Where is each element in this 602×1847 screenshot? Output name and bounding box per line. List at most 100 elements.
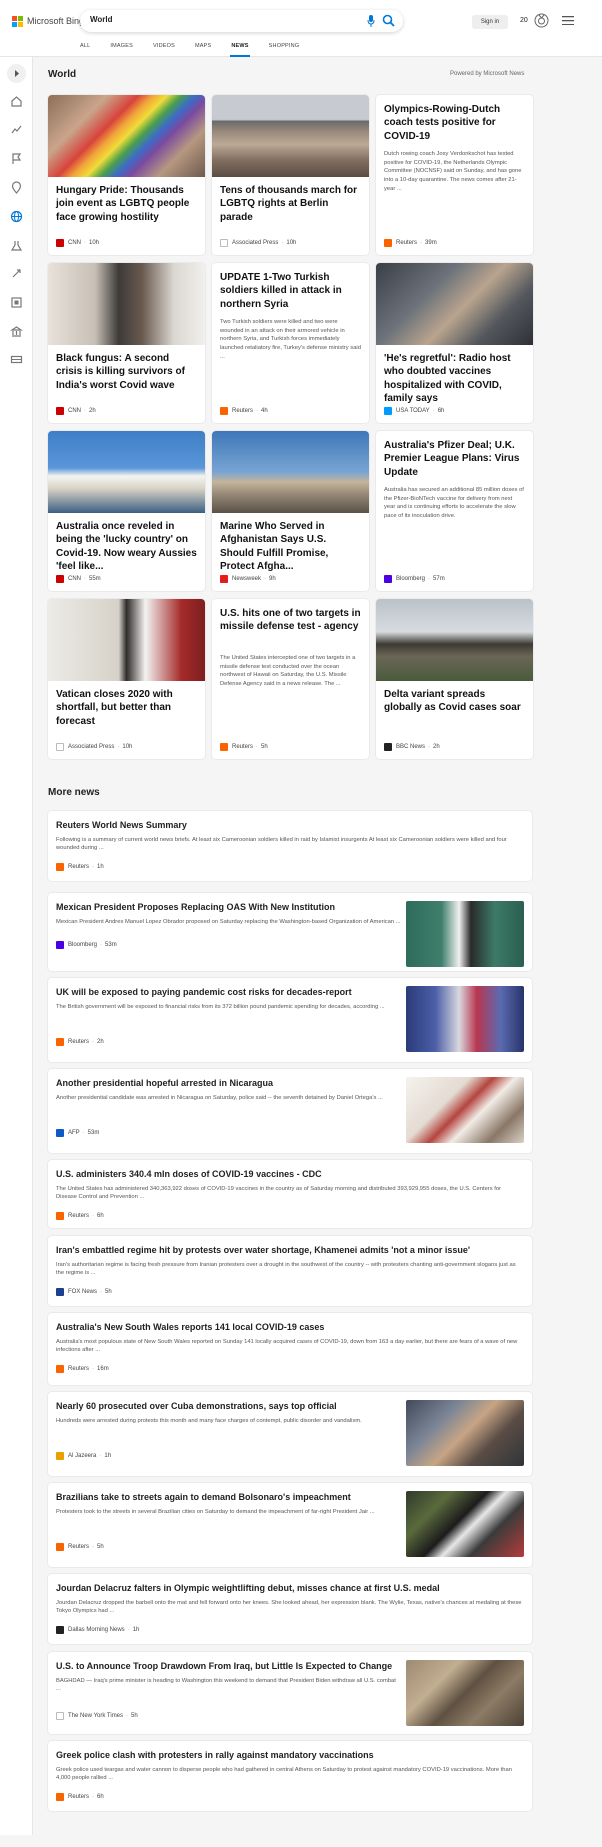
card-title[interactable]: Marine Who Served in Afghanistan Says U.… bbox=[220, 520, 361, 574]
card-title[interactable]: Hungary Pride: Thousands join event as L… bbox=[56, 184, 197, 224]
location-pin-icon[interactable] bbox=[10, 181, 23, 194]
card-title[interactable]: Vatican closes 2020 with shortfall, but … bbox=[56, 688, 197, 728]
politics-icon[interactable] bbox=[10, 325, 23, 338]
news-list-item[interactable]: UK will be exposed to paying pandemic co… bbox=[48, 978, 532, 1062]
news-list-item[interactable]: Jourdan Delacruz falters in Olympic weig… bbox=[48, 1574, 532, 1644]
news-item-source[interactable]: The New York Times · 5h bbox=[56, 1712, 138, 1720]
card-source[interactable]: BBC News · 2h bbox=[384, 743, 440, 751]
news-card[interactable]: Black fungus: A second crisis is killing… bbox=[48, 263, 205, 423]
news-thumbnail[interactable] bbox=[406, 1660, 524, 1726]
trending-icon[interactable] bbox=[10, 123, 23, 136]
technology-icon[interactable] bbox=[10, 267, 23, 280]
card-source[interactable]: USA TODAY · 6h bbox=[384, 407, 444, 415]
tab-images[interactable]: IMAGES bbox=[110, 41, 133, 57]
news-item-source[interactable]: Reuters · 2h bbox=[56, 1038, 104, 1046]
news-list-item[interactable]: Nearly 60 prosecuted over Cuba demonstra… bbox=[48, 1392, 532, 1476]
news-thumbnail[interactable] bbox=[406, 1400, 524, 1466]
news-item-title[interactable]: Nearly 60 prosecuted over Cuba demonstra… bbox=[56, 1401, 402, 1412]
news-item-source[interactable]: AFP · 53m bbox=[56, 1129, 99, 1137]
news-list-item[interactable]: Iran's embattled regime hit by protests … bbox=[48, 1236, 532, 1306]
search-input[interactable]: World bbox=[90, 15, 113, 24]
search-icon[interactable] bbox=[382, 14, 395, 27]
news-card[interactable]: Vatican closes 2020 with shortfall, but … bbox=[48, 599, 205, 759]
news-item-title[interactable]: Mexican President Proposes Replacing OAS… bbox=[56, 902, 402, 913]
news-item-source[interactable]: Reuters · 5h bbox=[56, 1543, 104, 1551]
news-list-item[interactable]: Greek police clash with protesters in ra… bbox=[48, 1741, 532, 1811]
tab-maps[interactable]: MAPS bbox=[195, 41, 211, 57]
card-image[interactable] bbox=[376, 263, 533, 345]
news-item-title[interactable]: UK will be exposed to paying pandemic co… bbox=[56, 987, 402, 998]
card-image[interactable] bbox=[212, 431, 369, 513]
news-item-title[interactable]: Brazilians take to streets again to dema… bbox=[56, 1492, 402, 1503]
news-thumbnail[interactable] bbox=[406, 1491, 524, 1557]
search-box[interactable]: World bbox=[80, 10, 403, 32]
news-item-source[interactable]: Reuters · 16m bbox=[56, 1365, 109, 1373]
news-list-item[interactable]: Another presidential hopeful arrested in… bbox=[48, 1069, 532, 1153]
news-card[interactable]: U.S. hits one of two targets in missile … bbox=[212, 599, 369, 759]
news-item-title[interactable]: Reuters World News Summary bbox=[56, 820, 522, 831]
rewards-medal-icon[interactable] bbox=[534, 13, 549, 28]
entertainment-icon[interactable] bbox=[10, 296, 23, 309]
news-card[interactable]: Delta variant spreads globally as Covid … bbox=[376, 599, 533, 759]
news-card[interactable]: Olympics-Rowing-Dutch coach tests positi… bbox=[376, 95, 533, 255]
news-item-source[interactable]: Al Jazeera · 1h bbox=[56, 1452, 111, 1460]
card-title[interactable]: 'He's regretful': Radio host who doubted… bbox=[384, 352, 525, 406]
card-image[interactable] bbox=[48, 599, 205, 681]
home-icon[interactable] bbox=[10, 95, 23, 108]
tab-videos[interactable]: VIDEOS bbox=[153, 41, 175, 57]
tab-all[interactable]: ALL bbox=[80, 41, 90, 57]
card-title[interactable]: Black fungus: A second crisis is killing… bbox=[56, 352, 197, 392]
news-item-title[interactable]: Iran's embattled regime hit by protests … bbox=[56, 1245, 522, 1256]
money-icon[interactable] bbox=[10, 353, 23, 366]
tab-news[interactable]: NEWS bbox=[230, 41, 251, 57]
sign-in-button[interactable]: Sign in bbox=[472, 15, 508, 29]
news-list-item[interactable]: U.S. to Announce Troop Drawdown From Ira… bbox=[48, 1652, 532, 1734]
card-image[interactable] bbox=[48, 431, 205, 513]
card-source[interactable]: Associated Press · 10h bbox=[220, 239, 296, 247]
news-thumbnail[interactable] bbox=[406, 1077, 524, 1143]
card-source[interactable]: Reuters · 39m bbox=[384, 239, 437, 247]
news-list-item[interactable]: U.S. administers 340.4 mln doses of COVI… bbox=[48, 1160, 532, 1228]
news-item-title[interactable]: Jourdan Delacruz falters in Olympic weig… bbox=[56, 1583, 522, 1594]
news-card[interactable]: UPDATE 1-Two Turkish soldiers killed in … bbox=[212, 263, 369, 423]
powered-by[interactable]: Powered by Microsoft News bbox=[450, 71, 524, 77]
news-list-item[interactable]: Brazilians take to streets again to dema… bbox=[48, 1483, 532, 1567]
news-list-item[interactable]: Mexican President Proposes Replacing OAS… bbox=[48, 893, 532, 971]
hamburger-menu-icon[interactable] bbox=[562, 16, 574, 25]
card-title[interactable]: Tens of thousands march for LGBTQ rights… bbox=[220, 184, 361, 224]
card-title[interactable]: U.S. hits one of two targets in missile … bbox=[220, 607, 361, 634]
news-card[interactable]: Australia's Pfizer Deal; U.K. Premier Le… bbox=[376, 431, 533, 591]
card-source[interactable]: CNN · 2h bbox=[56, 407, 96, 415]
news-card[interactable]: Marine Who Served in Afghanistan Says U.… bbox=[212, 431, 369, 591]
globe-icon[interactable] bbox=[10, 210, 23, 223]
card-title[interactable]: Delta variant spreads globally as Covid … bbox=[384, 688, 525, 715]
news-item-source[interactable]: Reuters · 6h bbox=[56, 1212, 104, 1220]
news-card[interactable]: 'He's regretful': Radio host who doubted… bbox=[376, 263, 533, 423]
news-item-source[interactable]: Bloomberg · 53m bbox=[56, 941, 117, 949]
card-title[interactable]: Olympics-Rowing-Dutch coach tests positi… bbox=[384, 103, 525, 143]
science-icon[interactable] bbox=[10, 239, 23, 252]
news-item-title[interactable]: Another presidential hopeful arrested in… bbox=[56, 1078, 402, 1089]
news-item-source[interactable]: Reuters · 1h bbox=[56, 863, 104, 871]
card-source[interactable]: Reuters · 4h bbox=[220, 407, 268, 415]
news-card[interactable]: Hungary Pride: Thousands join event as L… bbox=[48, 95, 205, 255]
card-source[interactable]: Reuters · 5h bbox=[220, 743, 268, 751]
card-title[interactable]: Australia once reveled in being the 'luc… bbox=[56, 520, 197, 574]
news-item-title[interactable]: Greek police clash with protesters in ra… bbox=[56, 1750, 522, 1761]
card-title[interactable]: UPDATE 1-Two Turkish soldiers killed in … bbox=[220, 271, 361, 311]
card-source[interactable]: CNN · 55m bbox=[56, 575, 101, 583]
card-title[interactable]: Australia's Pfizer Deal; U.K. Premier Le… bbox=[384, 439, 525, 479]
card-source[interactable]: CNN · 10h bbox=[56, 239, 99, 247]
news-item-title[interactable]: Australia's New South Wales reports 141 … bbox=[56, 1322, 522, 1333]
news-thumbnail[interactable] bbox=[406, 986, 524, 1052]
news-item-title[interactable]: U.S. administers 340.4 mln doses of COVI… bbox=[56, 1169, 522, 1180]
news-item-title[interactable]: U.S. to Announce Troop Drawdown From Ira… bbox=[56, 1661, 402, 1672]
news-item-source[interactable]: FOX News · 5h bbox=[56, 1288, 112, 1296]
microphone-icon[interactable] bbox=[367, 15, 375, 27]
news-list-item[interactable]: Reuters World News Summary Following is a… bbox=[48, 811, 532, 881]
flag-icon[interactable] bbox=[10, 152, 23, 165]
news-card[interactable]: Tens of thousands march for LGBTQ rights… bbox=[212, 95, 369, 255]
card-source[interactable]: Newsweek · 9h bbox=[220, 575, 276, 583]
news-thumbnail[interactable] bbox=[406, 901, 524, 967]
card-image[interactable] bbox=[376, 599, 533, 681]
